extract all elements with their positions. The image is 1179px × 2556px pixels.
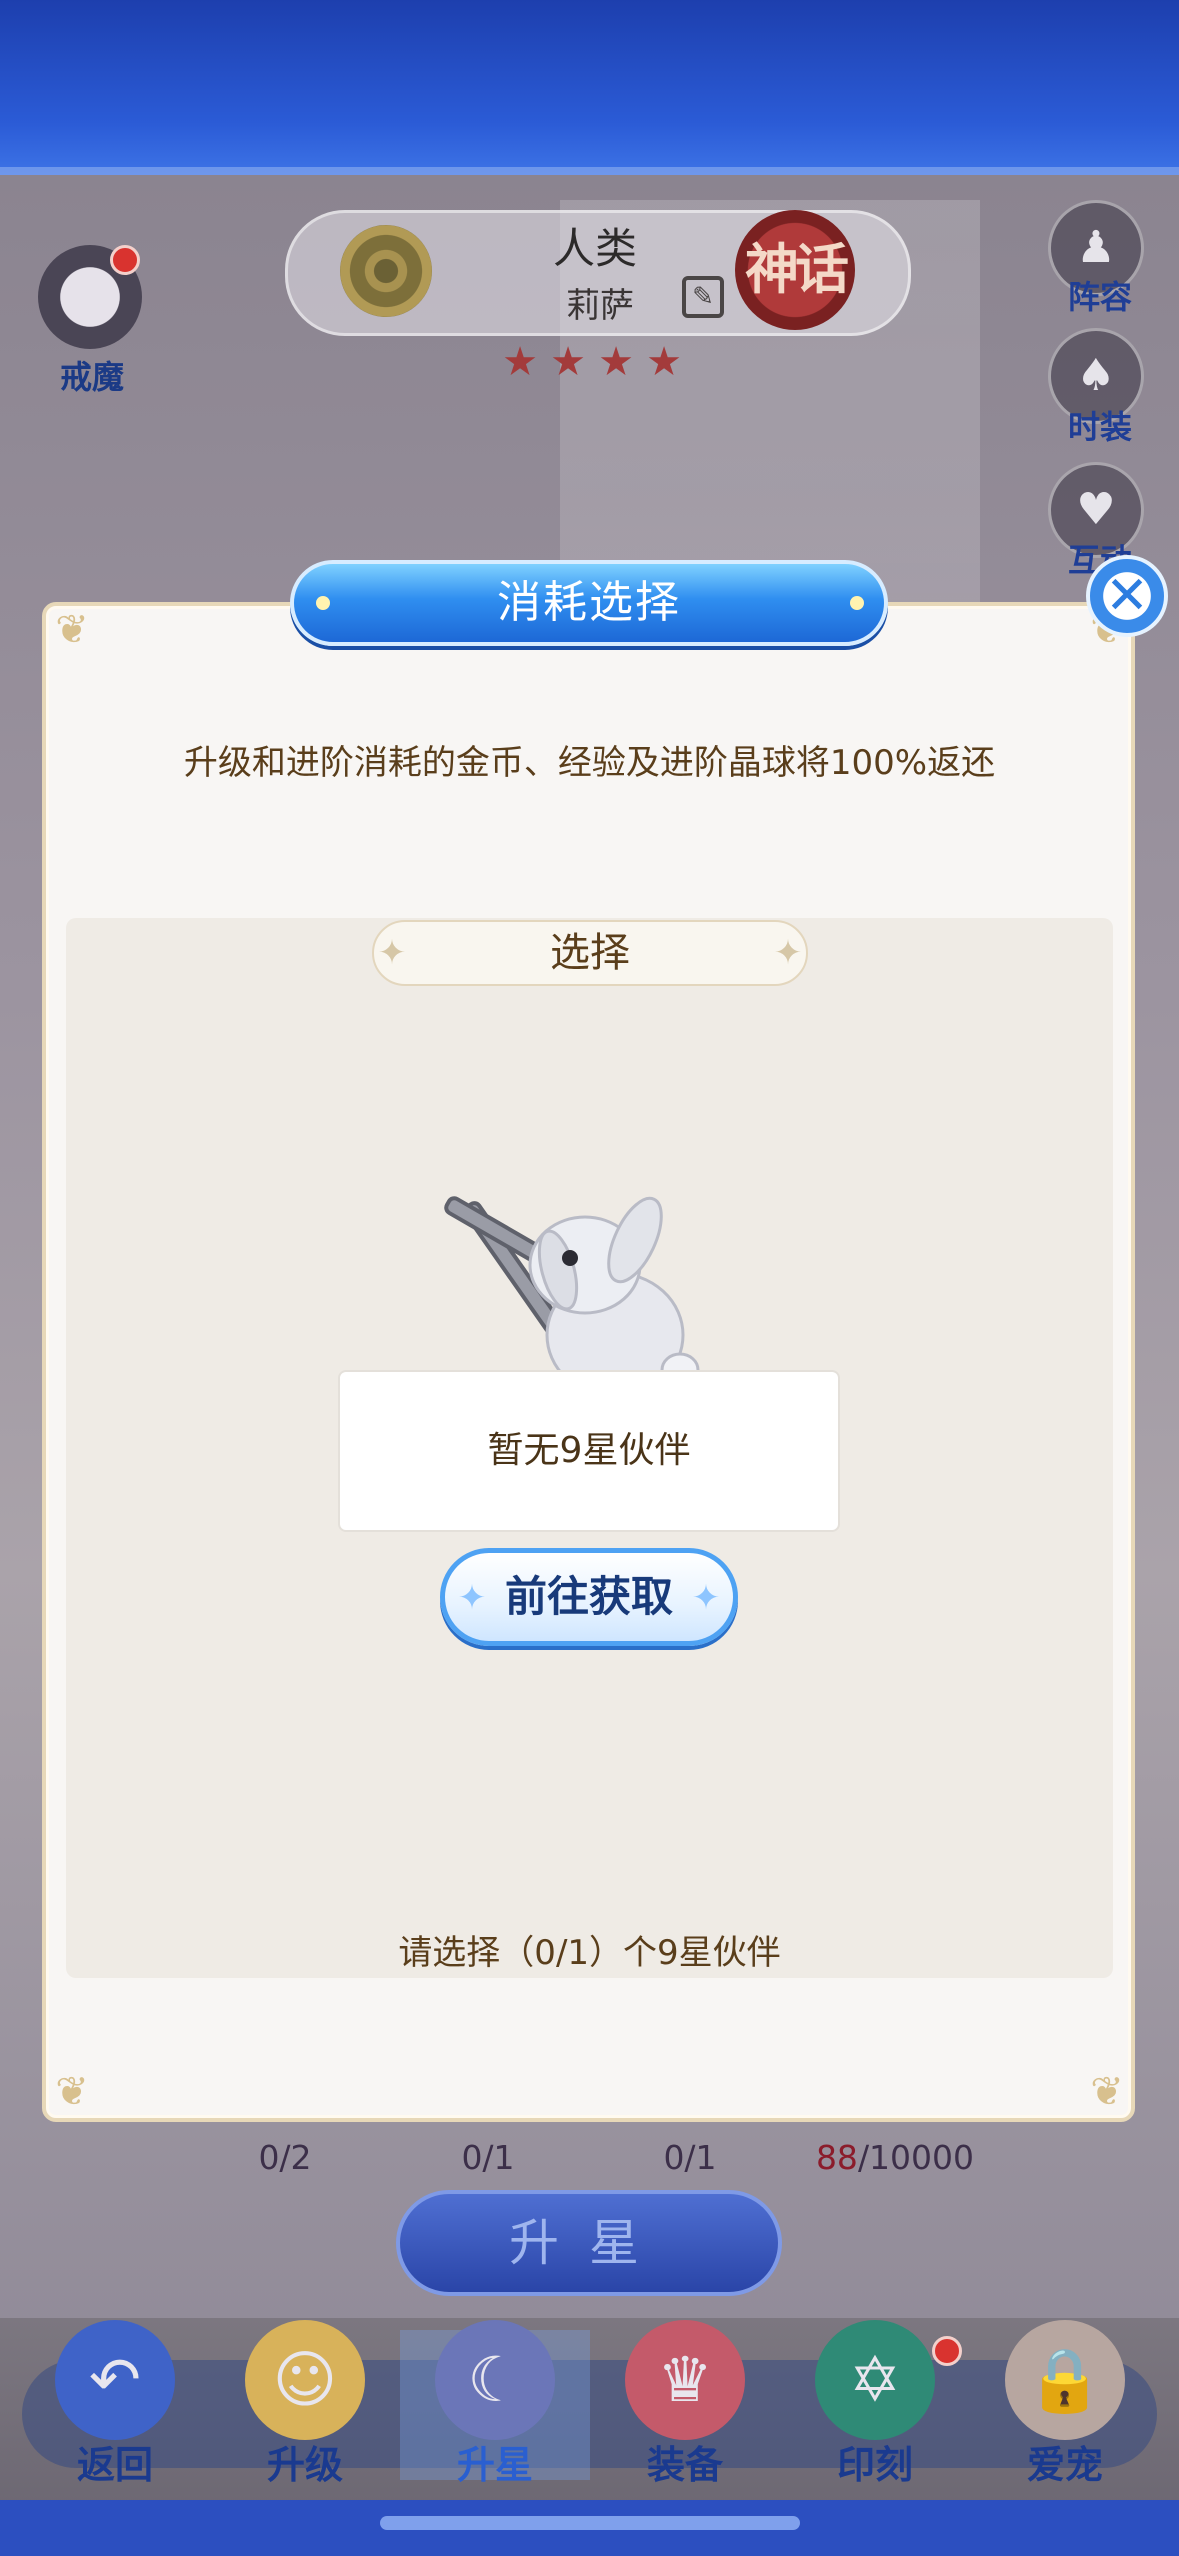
cost-item-1: 0/2 [258,2138,312,2177]
nav-imprint-label: 印刻 [836,2443,913,2487]
back-icon: ↶ [55,2320,175,2440]
edit-name-icon[interactable]: ✎ [682,276,724,318]
equipment-icon: ♛ [625,2320,745,2440]
cost-total: /10000 [857,2138,975,2177]
dialog-title: 消耗选择 [497,577,681,628]
star-up-button-label[interactable]: 升星 [396,2190,782,2296]
section-title: 选择 [550,930,630,976]
imprint-icon: ✡ [815,2320,935,2440]
empty-state-text: 暂无9星伙伴 [487,1430,691,1471]
nav-back[interactable]: ↶ 返回 [30,2320,200,2500]
star-icon: ★ [598,339,634,385]
corner-ornament-icon: ❦ [55,607,89,653]
star-icon: ★ [646,339,682,385]
cost-current: 88 [815,2138,858,2177]
corner-ornament-icon: ❦ [55,2069,89,2115]
star-icon: ★ [550,339,586,385]
cost-item-4: 88/10000 [795,2138,995,2177]
cost-item-3: 0/1 [663,2138,717,2177]
nav-level-up[interactable]: ☺ 升级 [220,2320,390,2500]
nav-back-label: 返回 [76,2443,153,2487]
hero-portrait-icon: ☺ [245,2320,365,2440]
hero-race: 人类 [552,224,637,273]
side-menu-lineup[interactable]: 阵容 [1045,272,1155,318]
rank-badge: 神话 [735,210,855,330]
side-menu-costume[interactable]: 时装 [1045,402,1155,448]
sun-emblem-icon [340,225,432,317]
nav-level-up-label: 升级 [266,2443,343,2487]
home-indicator[interactable] [380,2516,800,2530]
nav-pet-label: 爱宠 [1026,2443,1103,2487]
corner-ornament-icon: ❦ [1090,2069,1124,2115]
notification-dot [110,245,140,275]
cost-item-2: 0/1 [461,2138,515,2177]
dialog-description: 升级和进阶消耗的金币、经验及进阶晶球将100%返还 [183,743,996,783]
close-icon[interactable]: ✕ [1086,555,1168,637]
hero-name: 莉萨 [566,286,634,326]
nav-star-up[interactable]: ☾ 升星 [410,2320,580,2500]
goto-obtain-button-label[interactable]: 前往获取 [440,1548,738,1646]
selection-hint: 请选择（0/1）个9星伙伴 [398,1933,781,1973]
star-icon: ★ [502,339,538,385]
nav-equipment-label: 装备 [646,2443,723,2487]
nav-equipment[interactable]: ♛ 装备 [600,2320,770,2500]
nav-star-up-label: 升星 [456,2443,533,2487]
notification-dot [932,2336,962,2366]
lock-icon: 🔒 [1005,2320,1125,2440]
top-bar [0,0,1179,175]
nav-pet[interactable]: 🔒 爱宠 [980,2320,1150,2500]
star-rating: ★ ★ ★ ★ [498,340,688,384]
left-badge-label: 戒魔 [59,358,124,396]
moon-icon: ☾ [435,2320,555,2440]
